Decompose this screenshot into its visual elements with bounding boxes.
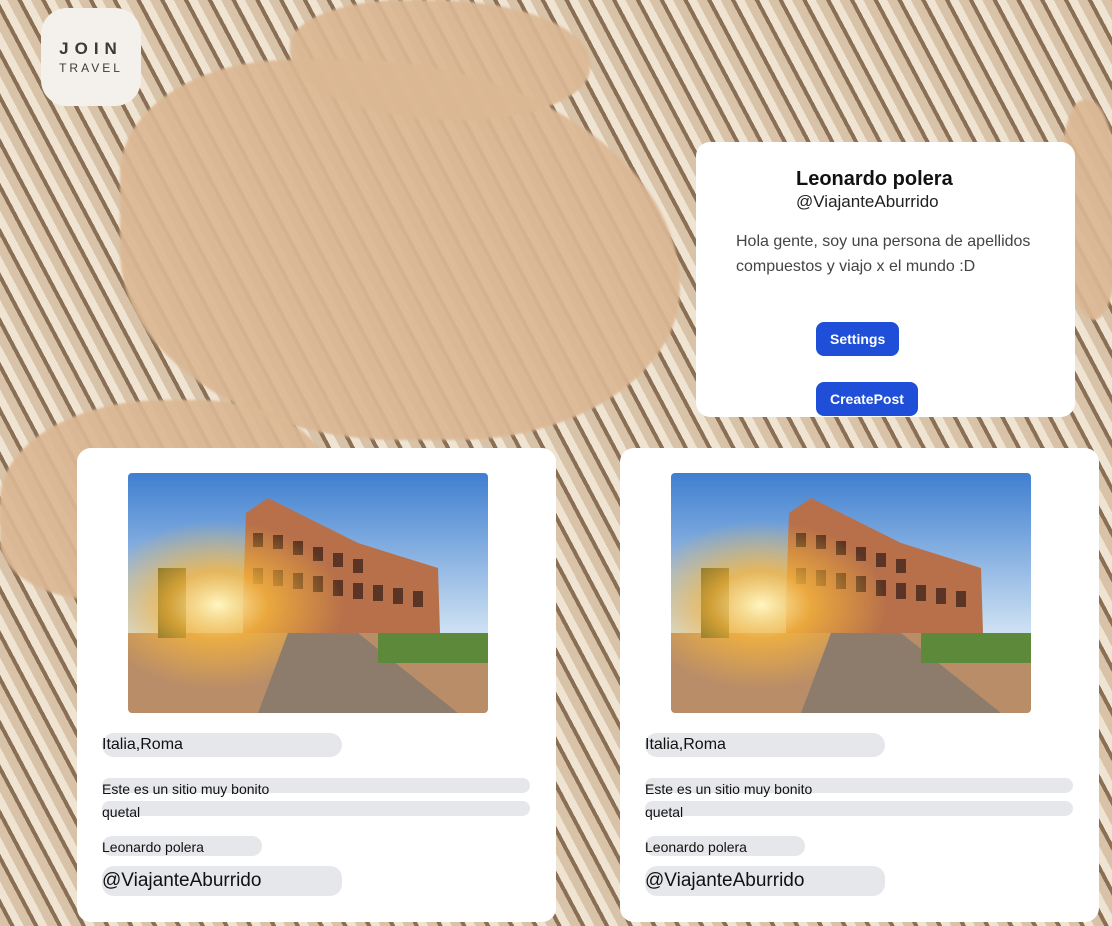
colosseum-photo-icon (128, 473, 488, 713)
post-location-text: Italia,Roma (102, 736, 183, 753)
post-handle-text: @ViajanteAburrido (645, 870, 805, 891)
post-author: Leonardo polera (102, 836, 262, 856)
post-card: Italia,Roma Este es un sitio muy bonito … (620, 448, 1099, 922)
join-travel-logo[interactable]: JOIN TRAVEL (41, 8, 141, 106)
post-description-text: quetal (102, 804, 141, 820)
post-photo[interactable] (128, 473, 488, 713)
post-description-text: Este es un sitio muy bonito (102, 781, 270, 797)
post-description-line2: quetal (102, 801, 530, 820)
post-card: Italia,Roma Este es un sitio muy bonito … (77, 448, 556, 922)
post-handle[interactable]: @ViajanteAburrido (102, 866, 342, 896)
post-description-line1: Este es un sitio muy bonito (645, 778, 1073, 797)
profile-card: Leonardo polera @ViajanteAburrido Hola g… (696, 142, 1075, 417)
background-map-shape (120, 60, 680, 440)
create-post-button[interactable]: CreatePost (816, 382, 918, 416)
post-author: Leonardo polera (645, 836, 805, 856)
profile-handle: @ViajanteAburrido (796, 192, 939, 211)
post-author-text: Leonardo polera (645, 839, 747, 855)
post-handle[interactable]: @ViajanteAburrido (645, 866, 885, 896)
post-handle-text: @ViajanteAburrido (102, 870, 262, 891)
colosseum-photo-icon (671, 473, 1031, 713)
profile-name: Leonardo polera (796, 168, 953, 190)
logo-text-travel: TRAVEL (59, 61, 123, 75)
post-author-text: Leonardo polera (102, 839, 204, 855)
post-description-line1: Este es un sitio muy bonito (102, 778, 530, 797)
post-description-text: quetal (645, 804, 684, 820)
post-location-text: Italia,Roma (645, 736, 726, 753)
profile-bio: Hola gente, soy una persona de apellidos… (736, 233, 1031, 275)
post-photo[interactable] (671, 473, 1031, 713)
settings-button[interactable]: Settings (816, 322, 900, 356)
post-location: Italia,Roma (102, 733, 342, 757)
post-description-text: Este es un sitio muy bonito (645, 781, 813, 797)
logo-text-join: JOIN (59, 39, 123, 58)
post-location: Italia,Roma (645, 733, 885, 757)
post-description-line2: quetal (645, 801, 1073, 820)
